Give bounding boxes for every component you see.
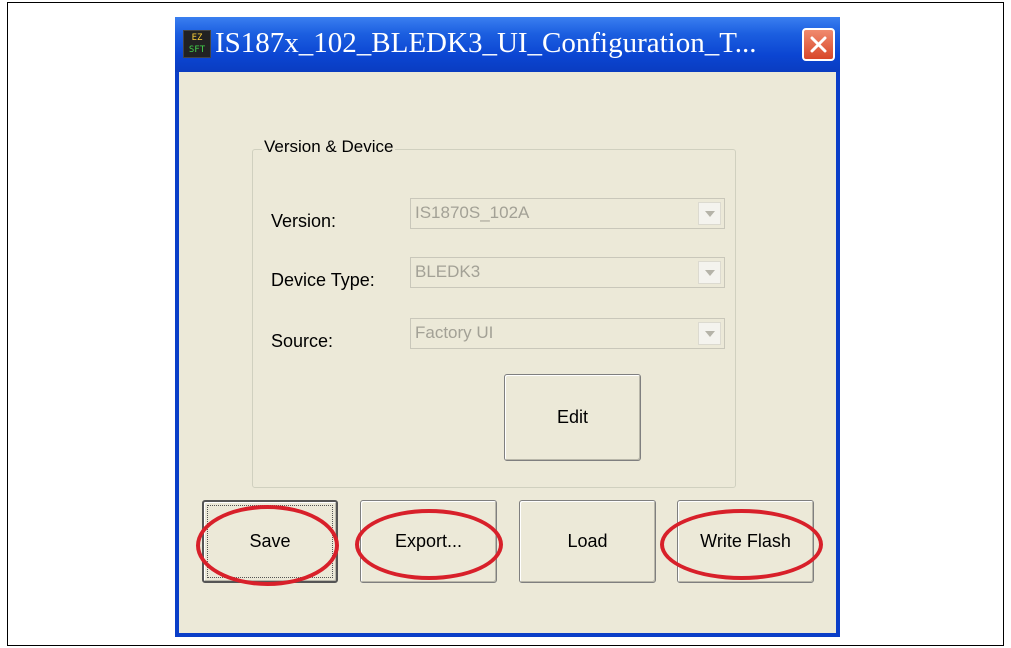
device-type-select[interactable]: BLEDK3 [410,257,725,288]
source-select[interactable]: Factory UI [410,318,725,349]
app-icon-line-1: EZ [191,33,203,43]
annotation-circle-export [355,509,503,580]
source-label: Source: [271,331,334,351]
app-icon-line-2: SFT [188,45,206,55]
source-select-value: Factory UI [415,323,494,342]
title-bar[interactable]: EZ SFT IS187x_102_BLEDK3_UI_Configuratio… [175,17,840,72]
annotation-circle-write-flash [660,509,823,580]
version-select[interactable]: IS1870S_102A [410,198,725,229]
version-select-value: IS1870S_102A [415,203,530,222]
groupbox-title: Version & Device [262,137,396,157]
window-title: IS187x_102_BLEDK3_UI_Configuration_T... [215,27,757,59]
chevron-down-icon [705,331,715,337]
chevron-down-icon [705,270,715,276]
chevron-down-icon [705,211,715,217]
app-icon: EZ SFT [183,30,211,58]
version-dropdown-button[interactable] [698,202,721,225]
device-type-select-value: BLEDK3 [415,262,481,281]
close-button[interactable] [802,28,835,61]
load-button[interactable]: Load [519,500,656,583]
device-type-label: Device Type: [271,270,375,290]
version-label: Version: [271,211,337,231]
edit-button-label: Edit [556,407,589,427]
annotation-circle-save [196,505,339,586]
close-icon [810,36,827,53]
edit-button[interactable]: Edit [504,374,641,461]
device-type-dropdown-button[interactable] [698,261,721,284]
load-button-label: Load [567,531,608,551]
source-dropdown-button[interactable] [698,322,721,345]
